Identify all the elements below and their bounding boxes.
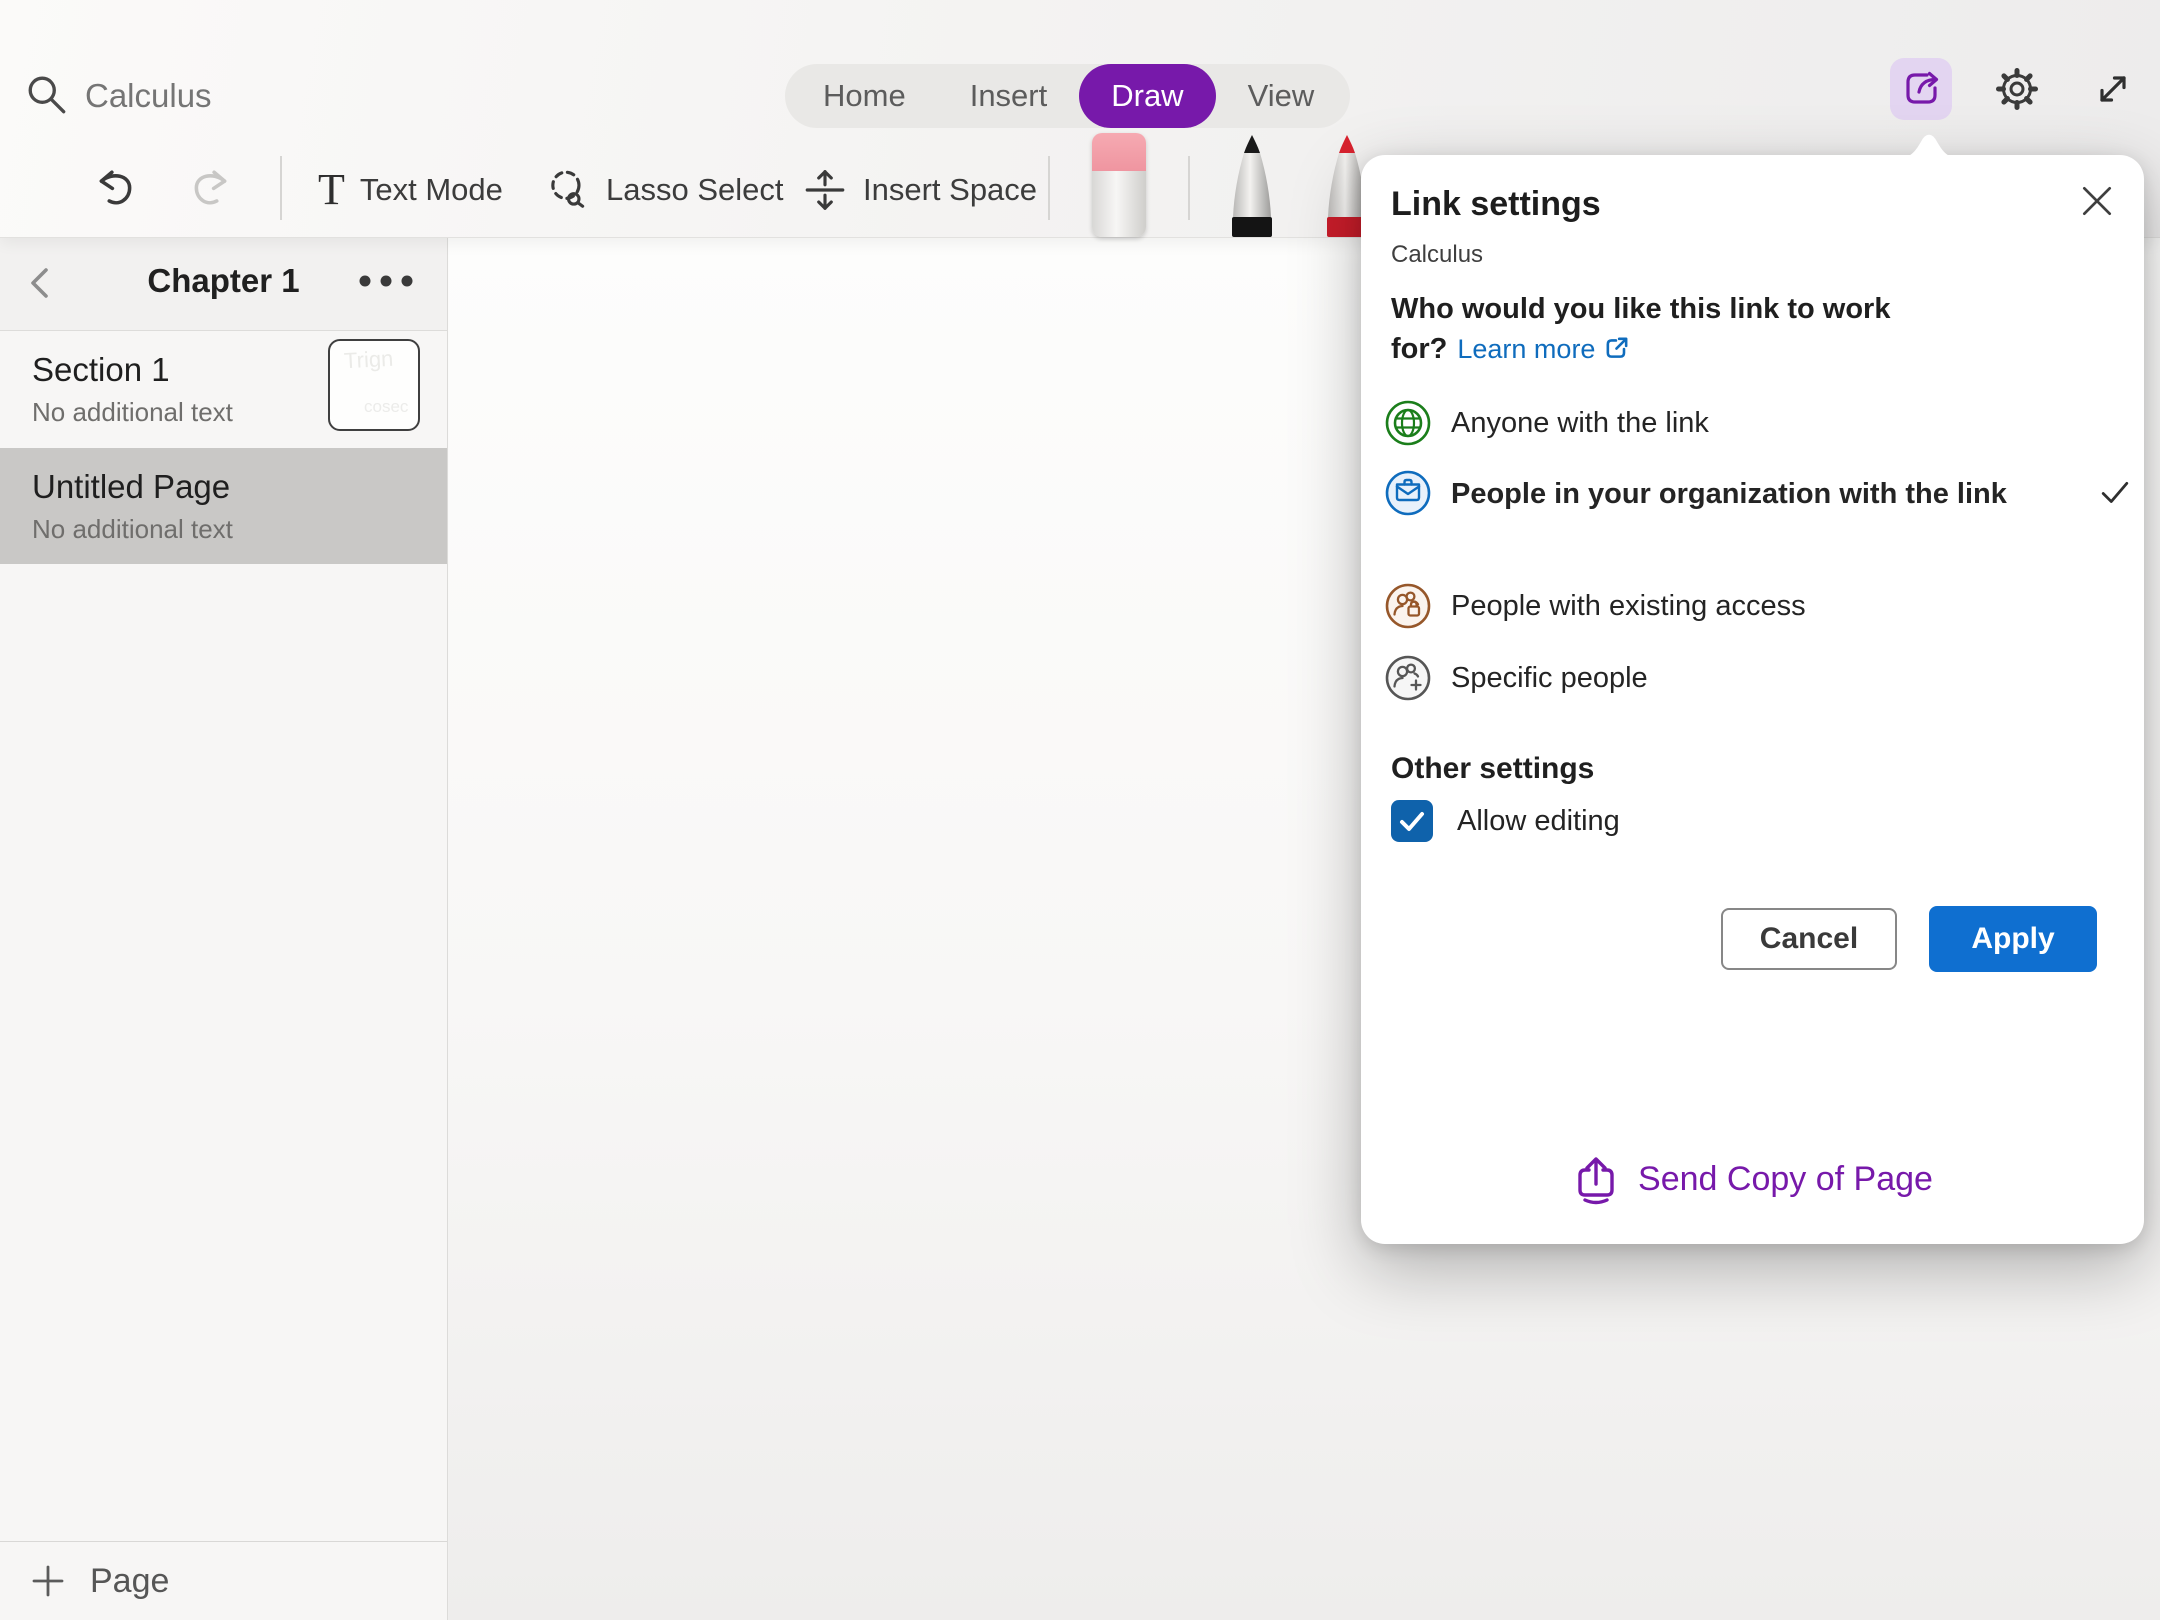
search-text: Calculus	[85, 77, 212, 115]
popover-arrow	[1896, 128, 1962, 158]
eraser-tool[interactable]	[1092, 133, 1146, 237]
top-right-actions	[1890, 58, 2144, 120]
redo-icon	[188, 167, 234, 213]
settings-button[interactable]	[1986, 58, 2048, 120]
page-list-sidebar: Chapter 1 Section 1 No additional text T…	[0, 231, 448, 1620]
allow-editing-row[interactable]: Allow editing	[1391, 800, 1620, 842]
option-label: Specific people	[1451, 655, 1648, 701]
sidebar-header: Chapter 1	[0, 231, 447, 331]
page-subtitle: No additional text	[32, 397, 233, 428]
page-row-section-1[interactable]: Section 1 No additional text Trign cosec	[0, 331, 447, 448]
people-lock-icon	[1385, 583, 1431, 629]
undo-icon	[92, 167, 138, 213]
option-label: Anyone with the link	[1451, 400, 1709, 446]
text-mode-label: Text Mode	[360, 172, 503, 208]
tab-draw[interactable]: Draw	[1079, 64, 1215, 128]
people-add-icon	[1385, 655, 1431, 701]
panel-notebook-name: Calculus	[1391, 241, 1483, 269]
cancel-button[interactable]: Cancel	[1721, 908, 1897, 970]
search-field[interactable]: Calculus	[25, 58, 212, 134]
selected-check-icon	[2100, 478, 2130, 508]
section-more-button[interactable]	[352, 257, 420, 305]
option-existing-access[interactable]: People with existing access	[1385, 583, 2125, 629]
pen-black-tool[interactable]	[1229, 133, 1275, 237]
toolbar-divider	[280, 156, 282, 220]
panel-title: Link settings	[1391, 185, 1601, 224]
insert-space-icon	[802, 167, 848, 213]
fullscreen-button[interactable]	[2082, 58, 2144, 120]
external-link-icon	[1603, 337, 1631, 369]
send-copy-icon	[1572, 1153, 1620, 1205]
close-button[interactable]	[2073, 177, 2121, 225]
plus-icon	[28, 1561, 68, 1601]
eraser-body	[1092, 171, 1146, 237]
add-page-label: Page	[90, 1562, 169, 1601]
tab-home[interactable]: Home	[791, 64, 938, 128]
ellipsis-icon	[358, 275, 414, 287]
allow-editing-checkbox[interactable]	[1391, 800, 1433, 842]
insert-space-button[interactable]: Insert Space	[802, 152, 1037, 228]
expand-icon	[2091, 67, 2135, 111]
lasso-label: Lasso Select	[606, 172, 784, 208]
redo-button[interactable]	[188, 152, 234, 228]
share-icon	[1898, 66, 1944, 112]
insert-space-label: Insert Space	[863, 172, 1037, 208]
page-title: Untitled Page	[32, 468, 230, 506]
thumbnail-scribble: cosec	[364, 397, 408, 417]
other-settings-heading: Other settings	[1391, 752, 1594, 786]
search-icon	[25, 73, 71, 119]
share-button[interactable]	[1890, 58, 1952, 120]
gear-icon	[1994, 66, 2040, 112]
page-title: Section 1	[32, 351, 170, 389]
tab-view[interactable]: View	[1216, 64, 1347, 128]
globe-icon	[1385, 400, 1431, 446]
eraser-cap	[1092, 133, 1146, 171]
option-label: People in your organization with the lin…	[1451, 470, 2011, 514]
apply-button[interactable]: Apply	[1929, 906, 2097, 972]
onenote-window: Calculus Home Insert Draw View	[0, 0, 2160, 1620]
send-copy-button[interactable]: Send Copy of Page	[1361, 1153, 2144, 1205]
option-label: People with existing access	[1451, 583, 1806, 629]
text-mode-button[interactable]: T Text Mode	[318, 152, 503, 228]
toolbar-divider	[1048, 156, 1050, 220]
page-thumbnail: Trign cosec	[328, 339, 420, 431]
learn-more-link[interactable]: Learn more	[1457, 334, 1595, 364]
lasso-select-button[interactable]: Lasso Select	[545, 152, 784, 228]
tab-insert[interactable]: Insert	[938, 64, 1080, 128]
send-copy-label: Send Copy of Page	[1638, 1160, 1933, 1199]
option-specific-people[interactable]: Specific people	[1385, 655, 2125, 701]
allow-editing-label: Allow editing	[1457, 805, 1620, 838]
thumbnail-scribble: Trign	[343, 346, 394, 375]
page-row-untitled-page[interactable]: Untitled Page No additional text	[0, 448, 447, 564]
option-people-in-org[interactable]: People in your organization with the lin…	[1385, 470, 2125, 516]
lasso-icon	[545, 167, 591, 213]
toolbar-divider	[1188, 156, 1190, 220]
text-mode-icon: T	[318, 168, 345, 212]
checkmark-icon	[1391, 800, 1433, 842]
close-icon	[2078, 182, 2116, 220]
page-subtitle: No additional text	[32, 514, 233, 545]
link-settings-panel: Link settings Calculus Who would you lik…	[1361, 155, 2144, 1244]
option-anyone-with-link[interactable]: Anyone with the link	[1385, 400, 2125, 446]
briefcase-icon	[1385, 470, 1431, 516]
link-audience-question: Who would you like this link to work for…	[1391, 289, 1947, 373]
add-page-button[interactable]: Page	[0, 1541, 447, 1620]
ribbon-tabs: Home Insert Draw View	[785, 64, 1350, 128]
undo-button[interactable]	[92, 152, 138, 228]
